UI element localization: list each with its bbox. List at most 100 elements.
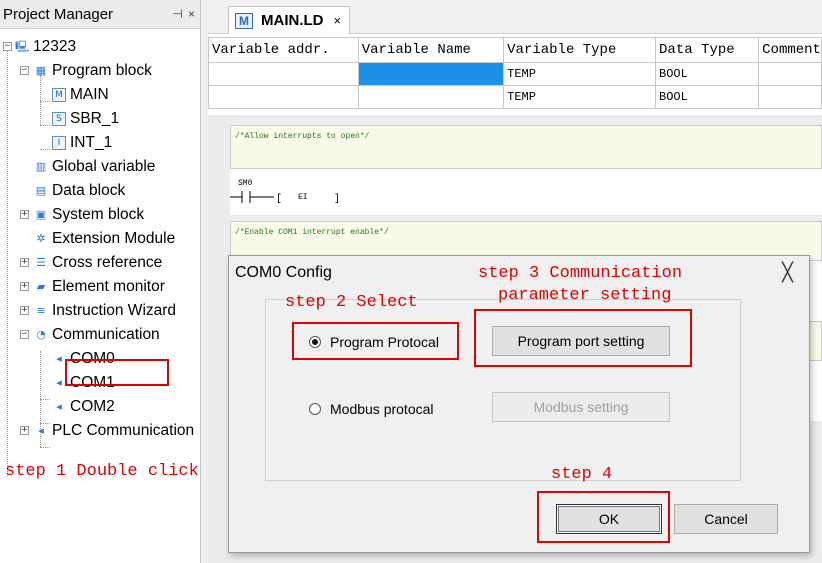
system-block-expander[interactable]: + — [20, 210, 29, 219]
variable-table: Variable addr. Variable Name Variable Ty… — [208, 37, 822, 109]
communication-expander[interactable]: − — [20, 330, 29, 339]
modbus-setting-button[interactable]: Modbus setting — [492, 392, 670, 422]
tree-item-communication[interactable]: ◔ Communication — [34, 323, 160, 347]
pane-splitter[interactable] — [201, 0, 208, 563]
monitor-icon: ▰ — [36, 280, 46, 293]
svg-text:[: [ — [276, 193, 282, 205]
tree-item-com1[interactable]: ◂ COM1 — [52, 371, 115, 395]
tree-item-extension-module[interactable]: ✲ Extension Module — [34, 227, 175, 251]
tab-main-ld-label: MAIN.LD — [261, 12, 324, 29]
tree-item-cross-reference[interactable]: ☰ Cross reference — [34, 251, 162, 275]
tab-main-ld[interactable]: M MAIN.LD × — [228, 6, 351, 34]
radio-selected-icon[interactable] — [309, 336, 321, 348]
element-monitor-expander[interactable]: + — [20, 282, 29, 291]
column-header[interactable]: Variable Type — [503, 37, 657, 63]
table-row[interactable]: TEMP BOOL — [208, 62, 822, 86]
tree-root-label: 12323 — [33, 38, 77, 55]
table-cell[interactable]: TEMP — [503, 62, 657, 86]
cross-reference-expander[interactable]: + — [20, 258, 29, 267]
gear-icon: ✲ — [36, 232, 46, 245]
radio-unselected-icon[interactable] — [309, 403, 321, 415]
program-port-setting-button[interactable]: Program port setting — [492, 326, 670, 356]
column-header[interactable]: Variable addr. — [208, 37, 359, 63]
modbus-protocol-radio[interactable]: Modbus protocal — [309, 401, 434, 417]
variable-table-header: Variable addr. Variable Name Variable Ty… — [208, 37, 822, 63]
tree-item-plc-communication[interactable]: ◂ PLC Communication — [34, 419, 194, 443]
com-port-icon: ◂ — [56, 352, 62, 365]
wizard-icon: ≡ — [36, 304, 46, 317]
table-row[interactable]: TEMP BOOL — [208, 85, 822, 109]
project-manager-title: Project Manager — [3, 5, 114, 23]
table-cell-selected[interactable] — [357, 62, 505, 86]
pin-icon[interactable]: ⊣ — [173, 7, 183, 21]
tree-item-com2[interactable]: ◂ COM2 — [52, 395, 115, 419]
subroutine-icon: S — [52, 112, 66, 126]
tab-close-icon[interactable]: × — [334, 13, 342, 28]
tree-int1-label: INT_1 — [70, 134, 113, 151]
plc-communication-expander[interactable]: + — [20, 426, 29, 435]
program-protocol-radio[interactable]: Program Protocal — [309, 334, 439, 350]
tree-instruction-wizard-label: Instruction Wizard — [52, 302, 177, 319]
tree-plc-communication-label: PLC Communication — [52, 422, 195, 439]
table-cell[interactable]: BOOL — [655, 62, 760, 86]
tree-item-global-variable[interactable]: ▥ Global variable — [34, 155, 156, 179]
tree-item-element-monitor[interactable]: ▰ Element monitor — [34, 275, 165, 299]
project-manager-header: Project Manager ⊣ × — [0, 0, 200, 29]
tree-com0-label: COM0 — [70, 350, 115, 367]
tree-item-program-block[interactable]: ▦ Program block — [34, 59, 152, 83]
tree-item-com0[interactable]: ◂ COM0 — [52, 347, 115, 371]
tree-sbr1-label: SBR_1 — [70, 110, 120, 127]
tree-global-variable-label: Global variable — [52, 158, 156, 175]
table-cell[interactable]: TEMP — [503, 85, 657, 109]
tree-item-root[interactable]: 🖳 12323 — [15, 35, 76, 59]
dialog-title: COM0 Config — [235, 264, 332, 281]
step3-annotation-line2: parameter setting — [498, 286, 672, 305]
table-cell[interactable] — [357, 85, 505, 109]
interrupt-icon: I — [52, 136, 66, 150]
step3-annotation-line1: step 3 Communication — [478, 264, 683, 283]
cancel-button[interactable]: Cancel — [674, 504, 778, 534]
tree-root-expander[interactable]: − — [3, 42, 12, 51]
com-port-icon: ◂ — [56, 400, 62, 413]
main-program-icon: M — [52, 88, 66, 102]
table-cell[interactable] — [208, 85, 359, 109]
com-port-icon: ◂ — [38, 424, 44, 437]
tree-extension-label: Extension Module — [52, 230, 176, 247]
communication-icon: ◔ — [36, 328, 46, 341]
ok-button[interactable]: OK — [556, 504, 662, 534]
coil-instruction[interactable]: EI — [298, 193, 308, 202]
step4-annotation: step 4 — [551, 465, 613, 484]
panel-close-icon[interactable]: × — [188, 7, 195, 21]
tree-item-sbr1[interactable]: S SBR_1 — [52, 107, 119, 131]
cross-reference-icon: ☰ — [36, 256, 46, 269]
tree-com1-label: COM1 — [70, 374, 115, 391]
ladder-rung[interactable]: SM0 [ ] EI — [230, 169, 822, 215]
table-cell[interactable] — [758, 62, 822, 86]
close-icon[interactable]: ╳ — [782, 262, 793, 283]
data-block-icon: ▤ — [35, 184, 47, 197]
column-header[interactable]: Data Type — [655, 37, 760, 63]
tree-program-block-label: Program block — [52, 62, 152, 79]
column-header[interactable]: Variable Name — [357, 37, 505, 63]
tree-item-data-block[interactable]: ▤ Data block — [34, 179, 125, 203]
program-block-icon: ▦ — [35, 64, 47, 77]
network-comment[interactable]: /*Allow interrupts to open*/ — [230, 125, 822, 169]
svg-text:]: ] — [334, 193, 340, 205]
com-port-icon: ◂ — [56, 376, 62, 389]
column-header[interactable]: Comment — [758, 37, 822, 63]
program-block-expander[interactable]: − — [20, 66, 29, 75]
step1-annotation: step 1 Double click — [5, 462, 199, 481]
global-variable-icon: ▥ — [35, 160, 47, 173]
tree-communication-label: Communication — [52, 326, 160, 343]
tree-item-int1[interactable]: I INT_1 — [52, 131, 112, 155]
computer-icon: 🖳 — [15, 40, 30, 53]
table-cell[interactable]: BOOL — [655, 85, 760, 109]
tree-item-main[interactable]: M MAIN — [52, 83, 109, 107]
tree-cross-reference-label: Cross reference — [52, 254, 163, 271]
instruction-wizard-expander[interactable]: + — [20, 306, 29, 315]
tree-item-instruction-wizard[interactable]: ≡ Instruction Wizard — [34, 299, 176, 323]
table-cell[interactable] — [208, 62, 359, 86]
table-cell[interactable] — [758, 85, 822, 109]
step2-annotation: step 2 Select — [285, 293, 418, 312]
tree-item-system-block[interactable]: ▣ System block — [34, 203, 144, 227]
